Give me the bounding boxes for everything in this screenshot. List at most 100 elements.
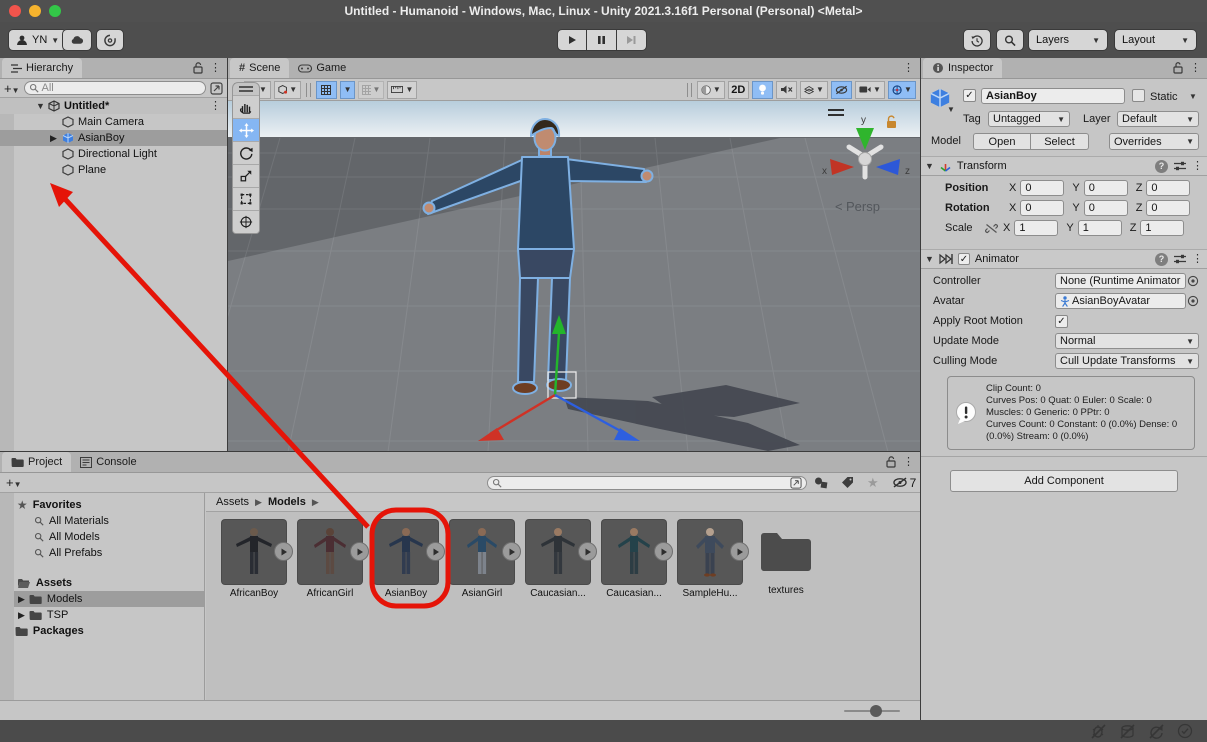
controller-object-field[interactable]: None (Runtime Animator Controller) [1055,273,1186,289]
tab-inspector[interactable]: Inspector [923,58,1002,78]
position-z-field[interactable]: 0 [1146,180,1190,196]
transform-header[interactable]: ▼ Transform ? ⋮ [921,156,1207,176]
breadcrumb-assets[interactable]: Assets [216,496,249,508]
layout-dropdown[interactable]: Layout▼ [1114,29,1197,51]
object-picker-icon[interactable] [1187,275,1199,287]
preview-play-icon[interactable] [274,542,293,561]
move-tool[interactable] [233,118,259,141]
minimize-window-icon[interactable] [29,5,41,17]
shading-mode-dropdown[interactable]: ▼ [697,81,725,99]
effects-dropdown[interactable]: ▼ [800,81,828,99]
kebab-menu-icon[interactable]: ⋮ [1192,254,1203,265]
position-y-field[interactable]: 0 [1084,180,1128,196]
hierarchy-item-directional-light[interactable]: Directional Light [0,146,227,162]
kebab-menu-icon[interactable]: ⋮ [1192,161,1203,172]
snap-increment-dropdown[interactable]: ▼ [387,81,417,99]
scale-x-field[interactable]: 1 [1014,220,1058,236]
thumbnail-size-slider[interactable] [844,710,900,712]
foldout-arrow-icon[interactable]: ▼ [36,101,45,111]
kebab-menu-icon[interactable]: ⋮ [210,63,221,74]
tab-project[interactable]: Project [2,452,71,472]
favorites-all-materials[interactable]: All Materials [0,513,204,529]
scene-canvas[interactable]: y x z < Persp [228,101,920,452]
favorites-all-models[interactable]: All Models [0,529,204,545]
lock-icon[interactable] [193,62,203,74]
search-by-label-icon[interactable] [841,476,854,489]
toolbar-grip[interactable] [306,83,311,97]
tab-scene[interactable]: # Scene [230,58,289,78]
picker-icon[interactable] [790,477,802,489]
create-asset-button[interactable]: +▼ [6,475,22,490]
tag-dropdown[interactable]: Untagged▼ [988,111,1070,127]
create-object-button[interactable]: +▼ [4,81,20,96]
broken-link-icon[interactable] [985,223,998,234]
close-window-icon[interactable] [9,5,21,17]
help-icon[interactable]: ? [1155,160,1168,173]
scene-lighting-toggle[interactable] [752,81,773,99]
version-control-button[interactable] [96,29,124,51]
static-checkbox[interactable] [1132,89,1145,102]
rotate-tool[interactable] [233,141,259,164]
hidden-object-count[interactable]: 7 [892,476,917,490]
account-dropdown[interactable]: YN▼ [8,29,67,51]
presets-icon[interactable] [1174,161,1186,171]
scale-z-field[interactable]: 1 [1140,220,1184,236]
preview-play-icon[interactable] [654,542,673,561]
object-picker-icon[interactable] [1187,295,1199,307]
foldout-arrow-icon[interactable]: ▼ [925,254,934,264]
object-name-field[interactable]: AsianBoy [981,88,1125,104]
active-checkbox[interactable]: ✓ [963,89,976,102]
layer-dropdown[interactable]: Default▼ [1117,111,1199,127]
rotation-y-field[interactable]: 0 [1084,200,1128,216]
asset-africangirl[interactable]: AfricanGirl [294,520,366,599]
grid-snapping-toggle[interactable] [316,81,337,99]
snap-toggle[interactable]: ▼ [358,81,384,99]
ok-status-icon[interactable] [1177,723,1193,739]
preview-play-icon[interactable] [350,542,369,561]
favorites-section[interactable]: ▼ ★ Favorites [0,497,204,513]
lock-icon[interactable] [886,456,896,468]
project-search-input[interactable] [487,476,807,490]
hierarchy-item-plane[interactable]: Plane [0,162,227,178]
search-by-type-icon[interactable] [814,476,828,489]
favorites-all-prefabs[interactable]: All Prefabs [0,545,204,561]
assets-root[interactable]: ▼ Assets [0,575,204,591]
overrides-dropdown[interactable]: Overrides▼ [1109,133,1199,150]
hierarchy-search-input[interactable]: All [24,81,206,95]
scene-camera-dropdown[interactable]: ▼ [855,81,885,99]
grid-snapping-dropdown[interactable]: ▼ [340,81,355,99]
kebab-menu-icon[interactable]: ⋮ [903,63,914,74]
asset-samplehuman[interactable]: SampleHu... [674,520,746,599]
model-select-button[interactable]: Select [1031,133,1089,150]
tab-hierarchy[interactable]: Hierarchy [2,58,82,78]
scale-y-field[interactable]: 1 [1078,220,1122,236]
asset-caucasian-1[interactable]: Caucasian... [522,520,594,599]
cloud-services-button[interactable] [62,29,92,51]
tab-game[interactable]: Game [289,58,355,78]
layers-dropdown[interactable]: Layers▼ [1028,29,1108,51]
audio-mute-toggle[interactable] [776,81,797,99]
rotation-z-field[interactable]: 0 [1146,200,1190,216]
undo-history-button[interactable] [963,29,991,51]
asset-asianboy[interactable]: AsianBoy [370,520,442,599]
2d-toggle[interactable]: 2D [728,81,749,99]
chevron-down-icon[interactable]: ▼ [947,105,955,114]
kebab-menu-icon[interactable]: ⋮ [903,457,914,468]
preview-play-icon[interactable] [502,542,521,561]
asset-caucasian-2[interactable]: Caucasian... [598,520,670,599]
asset-asiangirl[interactable]: AsianGirl [446,520,518,599]
apply-root-motion-checkbox[interactable]: ✓ [1055,315,1068,328]
hierarchy-item-asianboy[interactable]: ▶ AsianBoy [0,130,227,146]
overlay-grip[interactable] [233,83,259,95]
slider-handle[interactable] [870,705,882,717]
favorite-search-star-icon[interactable]: ★ [867,475,879,491]
model-open-button[interactable]: Open [973,133,1031,150]
picker-icon[interactable] [210,82,223,95]
toolbar-grip[interactable] [687,83,692,97]
chevron-down-icon[interactable]: ▼ [1189,92,1197,101]
transform-tool[interactable] [233,210,259,233]
debugger-disabled-icon[interactable] [1090,724,1107,739]
projection-label[interactable]: Persp [846,199,880,214]
scale-tool[interactable] [233,164,259,187]
step-button[interactable] [617,29,647,51]
